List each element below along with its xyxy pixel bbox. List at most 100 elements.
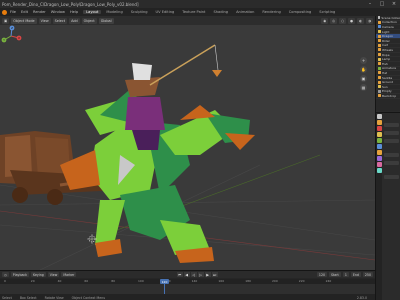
timeline-keyframe-area[interactable] <box>0 284 375 294</box>
tab-rendering[interactable]: Rendering <box>259 10 283 14</box>
view-layer-tab-icon[interactable] <box>376 132 382 137</box>
marker-menu[interactable]: Marker <box>61 272 77 277</box>
start-frame-field[interactable]: 1 <box>342 272 349 277</box>
play-icon[interactable]: ▷ <box>197 272 204 277</box>
menu-file[interactable]: File <box>10 10 16 14</box>
particles-tab-icon[interactable] <box>376 162 382 167</box>
tab-modeling[interactable]: Modeling <box>103 10 125 14</box>
object-type-icon <box>378 80 381 84</box>
outliner-row-label: Saddle <box>382 75 393 80</box>
tool-tab-icon[interactable] <box>376 114 382 119</box>
wireframe-shading-icon[interactable]: ○ <box>339 17 347 24</box>
object-type-icon <box>378 85 381 89</box>
tab-shading[interactable]: Shading <box>210 10 231 14</box>
status-bar: Select Box Select Rotate View Object Con… <box>0 294 375 300</box>
timeline-editor-type[interactable]: ◷ <box>2 272 9 277</box>
property-field[interactable] <box>384 123 399 127</box>
tab-animation[interactable]: Animation <box>233 10 257 14</box>
status-context-menu: Object Context Menu <box>71 295 106 300</box>
tab-layout[interactable]: Layout <box>83 10 102 14</box>
physics-tab-icon[interactable] <box>376 168 382 173</box>
menu-edit[interactable]: Edit <box>21 10 28 14</box>
outliner-row-label: Empty <box>382 89 392 94</box>
close-icon[interactable]: × <box>388 0 400 8</box>
tab-texture-paint[interactable]: Texture Paint <box>179 10 208 14</box>
play-reverse-icon[interactable]: ◁ <box>190 272 197 277</box>
menu-render[interactable]: Render <box>33 10 46 14</box>
object-type-icon <box>378 30 381 34</box>
current-frame-field[interactable]: 120 <box>316 272 328 277</box>
view-menu[interactable]: View <box>38 17 51 24</box>
object-type-icon <box>378 57 381 61</box>
jump-start-icon[interactable]: ⏮ <box>176 272 183 277</box>
add-menu[interactable]: Add <box>69 17 80 24</box>
prev-key-icon[interactable]: ◀ <box>183 272 190 277</box>
zoom-icon[interactable]: + <box>360 57 367 64</box>
object-type-icon <box>378 89 381 93</box>
ruler-tick: 140 <box>191 279 198 283</box>
keying-menu[interactable]: Keying <box>31 272 46 277</box>
object-type-icon <box>378 66 381 70</box>
minimize-icon[interactable]: – <box>364 0 376 8</box>
menu-bar: File Edit Render Window Help Layout Mode… <box>0 8 400 16</box>
object-type-icon <box>378 76 381 80</box>
scene-render <box>0 44 375 270</box>
ruler-tick: 100 <box>138 279 144 283</box>
select-menu[interactable]: Select <box>52 17 68 24</box>
modifier-tab-icon[interactable] <box>376 156 382 161</box>
object-type-icon <box>378 39 381 43</box>
editor-type-button[interactable]: ▣ <box>2 17 10 24</box>
playhead-line <box>164 284 165 294</box>
tab-sculpting[interactable]: Sculpting <box>128 10 151 14</box>
navigation-gizmo[interactable]: X Y Z <box>0 25 22 47</box>
world-tab-icon[interactable] <box>376 144 382 149</box>
object-type-icon <box>378 94 381 98</box>
menu-help[interactable]: Help <box>70 10 78 14</box>
title-bar: Pom_Render_Dino_C\Dragon_Low_Poly\Dragon… <box>0 0 400 8</box>
blender-logo-icon[interactable] <box>2 9 7 15</box>
3d-viewport[interactable]: X Y Z + ✋ ▣ ▦ <box>0 25 375 270</box>
solid-shading-icon[interactable]: ● <box>348 17 356 24</box>
object-type-icon <box>378 16 381 20</box>
maximize-icon[interactable]: □ <box>376 0 388 8</box>
jump-end-icon[interactable]: ⏭ <box>211 272 218 277</box>
end-frame-field[interactable]: 250 <box>362 272 373 277</box>
scene-tab-icon[interactable] <box>376 138 382 143</box>
status-rotate-view: Rotate View <box>44 295 64 300</box>
object-tab-icon[interactable] <box>376 150 382 155</box>
tab-uv-editing[interactable]: UV Editing <box>153 10 178 14</box>
transform-orientation-dropdown[interactable]: Global <box>98 17 114 24</box>
playback-menu[interactable]: Playback <box>10 272 30 277</box>
property-field[interactable] <box>384 131 399 135</box>
object-type-icon <box>378 43 381 47</box>
property-field[interactable] <box>384 161 399 165</box>
outliner-row-label: Scene Collection <box>381 15 400 20</box>
timeline-view-menu[interactable]: View <box>47 272 60 277</box>
pan-hand-icon[interactable]: ✋ <box>360 66 367 73</box>
property-field[interactable] <box>384 139 399 143</box>
outliner-row-label: Collection <box>382 20 397 25</box>
render-shading-icon[interactable]: ◑ <box>366 17 373 24</box>
properties-tabs <box>376 113 382 300</box>
tab-compositing[interactable]: Compositing <box>286 10 315 14</box>
menu-window[interactable]: Window <box>51 10 65 14</box>
outliner-row-label: Rider <box>382 38 390 43</box>
next-key-icon[interactable]: ▶ <box>204 272 211 277</box>
visibility-icon[interactable]: ◉ <box>321 17 329 24</box>
mode-dropdown[interactable]: Object Mode <box>11 17 37 24</box>
render-tab-icon[interactable] <box>376 120 382 125</box>
timeline-header: ◷ Playback Keying View Marker ⏮ ◀ ◁ ▷ ▶ … <box>0 271 375 278</box>
object-type-icon <box>378 53 381 57</box>
viewport-header: ▣ Object Mode View Select Add Object Glo… <box>0 16 375 25</box>
material-shading-icon[interactable]: ◐ <box>357 17 365 24</box>
output-tab-icon[interactable] <box>376 126 382 131</box>
outliner-row-label: Armature <box>382 66 397 71</box>
grid-icon[interactable]: ▦ <box>360 84 367 91</box>
camera-icon[interactable]: ▣ <box>360 75 367 82</box>
property-field[interactable] <box>384 175 399 179</box>
object-menu[interactable]: Object <box>81 17 97 24</box>
outliner-row[interactable]: Backdrop <box>376 94 400 99</box>
tab-scripting[interactable]: Scripting <box>316 10 338 14</box>
overlay-icon[interactable]: ◎ <box>330 17 338 24</box>
property-field[interactable] <box>384 153 399 157</box>
